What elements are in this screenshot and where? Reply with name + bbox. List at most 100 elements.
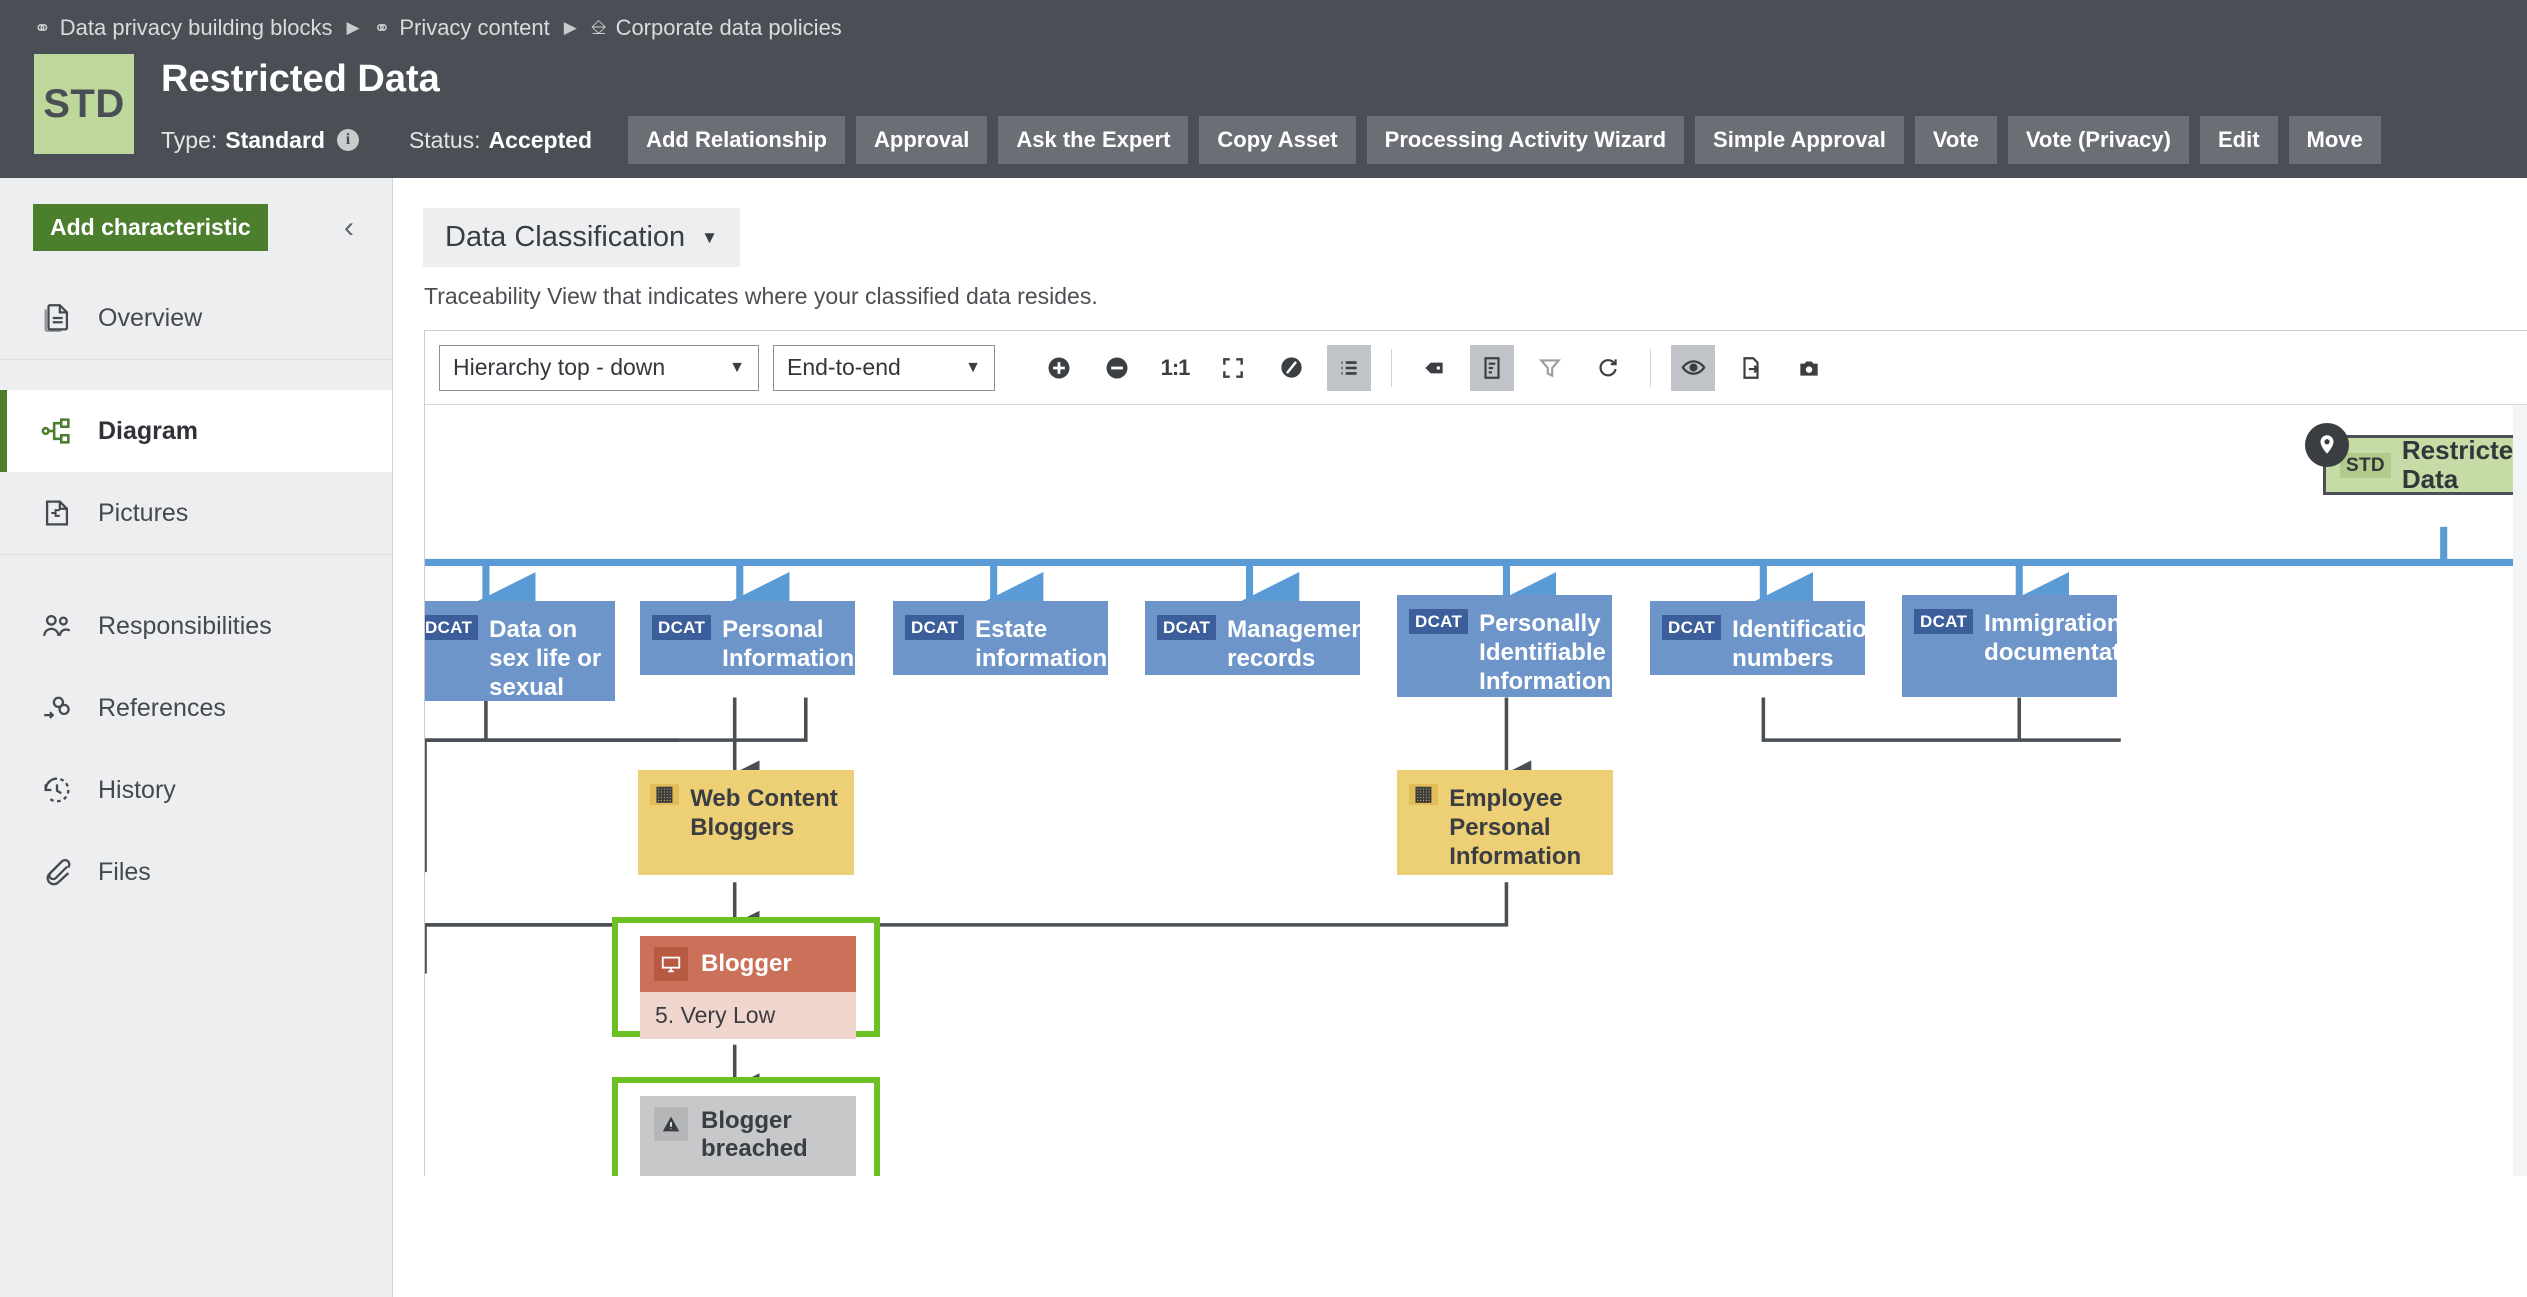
diagram-node-dcat-4[interactable]: DCAT Personally Identifiable Information [1397, 595, 1612, 697]
diagram-node-dcat-3[interactable]: DCAT Management records [1145, 601, 1374, 675]
label-tag-icon[interactable] [1412, 345, 1456, 391]
building-blocks-icon: ⚭ [34, 17, 51, 40]
diagram-node-dcat-0[interactable]: DCAT Data on sex life or sexual orientat… [425, 601, 615, 730]
node-label: Web Content Bloggers [690, 785, 838, 841]
view-selector-dropdown[interactable]: Data Classification ▼ [423, 208, 740, 267]
status-label: Status: [408, 126, 481, 153]
type-label: Type: [161, 126, 218, 153]
monitor-icon [654, 947, 688, 981]
node-tag: DCAT [1914, 609, 1974, 634]
diagram-canvas[interactable]: STD Restricted Data DCAT Data on sex lif… [425, 405, 2527, 1176]
node-tag: DCAT [1409, 609, 1469, 634]
documents-icon [40, 301, 74, 335]
sidebar-item-files[interactable]: Files [0, 831, 392, 913]
paperclip-icon [40, 855, 74, 889]
breadcrumb-item-1[interactable]: ⚭ Privacy content [374, 15, 550, 41]
main-content: Data Classification ▼ Traceability View … [393, 178, 2527, 1297]
node-tag: DCAT [905, 615, 965, 640]
collapse-sidebar-icon[interactable]: ‹ [340, 212, 358, 243]
legend-list-icon[interactable] [1327, 344, 1371, 391]
left-sidebar: Add characteristic ‹ Overview Diagram Pi… [0, 178, 393, 1297]
sidebar-item-diagram[interactable]: Diagram [0, 390, 392, 472]
actual-size-icon[interactable]: 1:1 [1153, 345, 1197, 391]
pictures-icon [40, 496, 74, 530]
simple-approval-button[interactable]: Simple Approval [1695, 116, 1904, 164]
add-relationship-button[interactable]: Add Relationship [628, 116, 845, 164]
type-value: Standard [225, 126, 325, 153]
diagram-node-root[interactable]: STD Restricted Data [2323, 435, 2527, 495]
vote-privacy-button[interactable]: Vote (Privacy) [2007, 116, 2189, 164]
top-header-bar: ⚭ Data privacy building blocks ▶ ⚭ Priva… [0, 0, 2527, 178]
contrast-icon[interactable] [1269, 345, 1313, 391]
diagram-card-blogger-breached[interactable]: Blogger breached [640, 1096, 856, 1176]
sidebar-item-responsibilities[interactable]: Responsibilities [0, 585, 392, 667]
filter-icon[interactable] [1528, 345, 1572, 391]
processing-activity-wizard-button[interactable]: Processing Activity Wizard [1366, 116, 1685, 164]
export-icon[interactable] [1729, 345, 1773, 391]
table-columns-icon: ▦ [650, 784, 680, 805]
move-button[interactable]: Move [2288, 116, 2381, 164]
diagram-card-blogger[interactable]: Blogger 5. Very Low [640, 936, 856, 1039]
node-tag: DCAT [1157, 615, 1217, 640]
policy-icon: ⎒ [590, 16, 607, 39]
layout-select[interactable]: Hierarchy top - down ▼ [439, 344, 759, 391]
diagram-node-dcat-5[interactable]: DCAT Identification numbers [1650, 601, 1882, 675]
asset-status-meta: Status: Accepted [409, 127, 592, 154]
diagram-node-amber-0[interactable]: ▦ Web Content Bloggers [638, 770, 854, 875]
location-pin-icon[interactable] [2305, 423, 2349, 467]
node-label: Data on sex life or sexual orientation [489, 616, 614, 730]
copy-asset-button[interactable]: Copy Asset [1199, 116, 1356, 164]
breadcrumb-separator-0: ▶ [346, 18, 360, 37]
approval-button[interactable]: Approval [856, 116, 988, 164]
diagram-node-dcat-6[interactable]: DCAT Immigration documentation [1902, 595, 2156, 697]
breadcrumb-item-2[interactable]: ⎒ Corporate data policies [591, 15, 842, 41]
sidebar-item-history[interactable]: History [0, 749, 392, 831]
diagram-vertical-scrollbar[interactable] [2513, 405, 2527, 1176]
sidebar-item-label: Pictures [98, 498, 189, 527]
snapshot-camera-icon[interactable] [1787, 345, 1831, 391]
info-icon[interactable]: i [336, 129, 359, 151]
toolbar-divider [1391, 348, 1392, 387]
node-label: Personal Information [722, 616, 855, 672]
diagram-node-dcat-2[interactable]: DCAT Estate information [893, 601, 1108, 675]
fit-to-screen-icon[interactable] [1211, 345, 1255, 391]
sidebar-item-references[interactable]: References [0, 667, 392, 749]
asset-header: STD Restricted Data Type: Standard i Sta… [0, 42, 2527, 164]
chevron-down-icon: ▼ [729, 358, 745, 376]
sidebar-item-label: Responsibilities [98, 611, 272, 640]
diagram-node-amber-1[interactable]: ▦ Employee Personal Information [1397, 770, 1613, 875]
status-value: Accepted [488, 126, 593, 153]
actual-size-label: 1:1 [1160, 354, 1191, 380]
card-title: Blogger breached [701, 1107, 808, 1162]
refresh-icon[interactable] [1586, 345, 1630, 391]
scope-select-value: End-to-end [787, 354, 901, 380]
sidebar-item-pictures[interactable]: Pictures [0, 472, 392, 554]
vote-button[interactable]: Vote [1914, 116, 1997, 164]
card-header: Blogger breached [640, 1096, 856, 1174]
diagram-selection-blogger-breached[interactable]: Blogger breached [612, 1077, 880, 1176]
sidebar-item-overview[interactable]: Overview [0, 277, 392, 359]
chevron-down-icon: ▼ [701, 227, 718, 247]
sidebar-item-label: History [98, 775, 176, 804]
diagram-toolbar: Hierarchy top - down ▼ End-to-end ▼ 1:1 [425, 331, 2527, 405]
show-hide-eye-icon[interactable] [1671, 344, 1715, 391]
zoom-in-icon[interactable] [1037, 345, 1081, 391]
breadcrumb-item-0[interactable]: ⚭ Data privacy building blocks [34, 15, 332, 41]
sidebar-item-label: Overview [98, 303, 203, 332]
asset-type-meta: Type: Standard i [161, 127, 359, 154]
zoom-out-icon[interactable] [1095, 345, 1139, 391]
sidebar-group-visuals: Diagram Pictures [0, 390, 392, 555]
edit-button[interactable]: Edit [2199, 116, 2278, 164]
sidebar-item-label: Files [98, 857, 151, 886]
sidebar-group-overview: Overview [0, 277, 392, 360]
people-icon [40, 609, 74, 643]
scope-select[interactable]: End-to-end ▼ [773, 344, 995, 391]
diagram-node-dcat-1[interactable]: DCAT Personal Information [640, 601, 855, 675]
node-label: Restricted Data [2401, 435, 2527, 494]
node-label: Estate information [975, 616, 1108, 672]
node-label: Personally Identifiable Information [1479, 610, 1612, 695]
add-characteristic-button[interactable]: Add characteristic [33, 204, 268, 251]
ask-the-expert-button[interactable]: Ask the Expert [998, 116, 1189, 164]
diagram-selection-blogger[interactable]: Blogger 5. Very Low [612, 917, 880, 1039]
details-panel-icon[interactable] [1470, 344, 1514, 391]
